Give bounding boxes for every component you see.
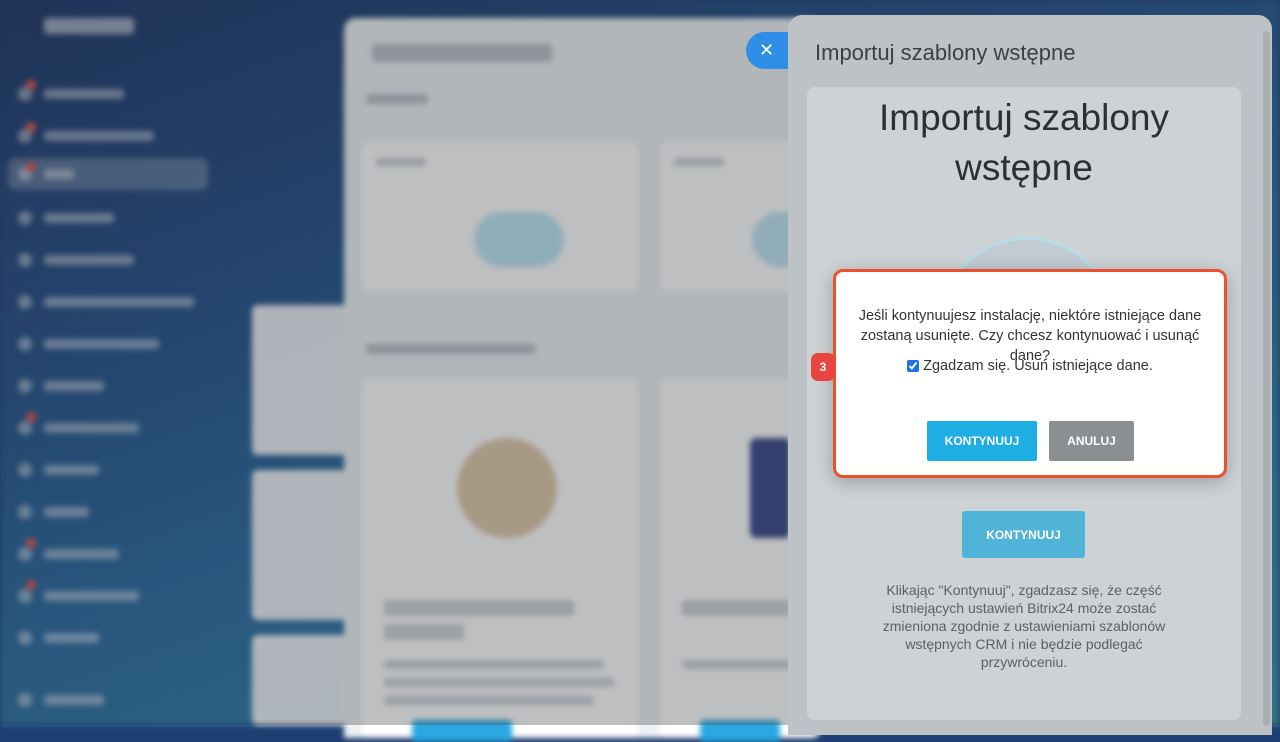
scrollbar[interactable] [1263,31,1270,726]
step-badge: 3 [811,353,835,381]
continue-button[interactable]: KONTYNUUJ [962,511,1085,558]
agree-label: Zgadzam się. Usuń istniejące dane. [923,358,1153,374]
dialog-message: Jeśli kontynuujesz instalację, niektóre … [858,308,1202,364]
confirm-dialog: Jeśli kontynuujesz instalację, niektóre … [833,269,1227,478]
close-icon: ✕ [759,40,775,61]
agree-checkbox[interactable] [907,360,920,372]
agree-option[interactable]: Zgadzam się. Usuń istniejące dane. [836,358,1224,374]
consent-note: Klikając "Kontynuuj", zgadzasz się, że c… [882,582,1166,670]
dialog-cancel-button[interactable]: ANULUJ [1049,421,1134,461]
dialog-continue-button[interactable]: KONTYNUUJ [927,421,1037,461]
page-title: Importuj szablony wstępne [879,97,1169,188]
slider-title: Importuj szablony wstępne [815,40,1076,65]
